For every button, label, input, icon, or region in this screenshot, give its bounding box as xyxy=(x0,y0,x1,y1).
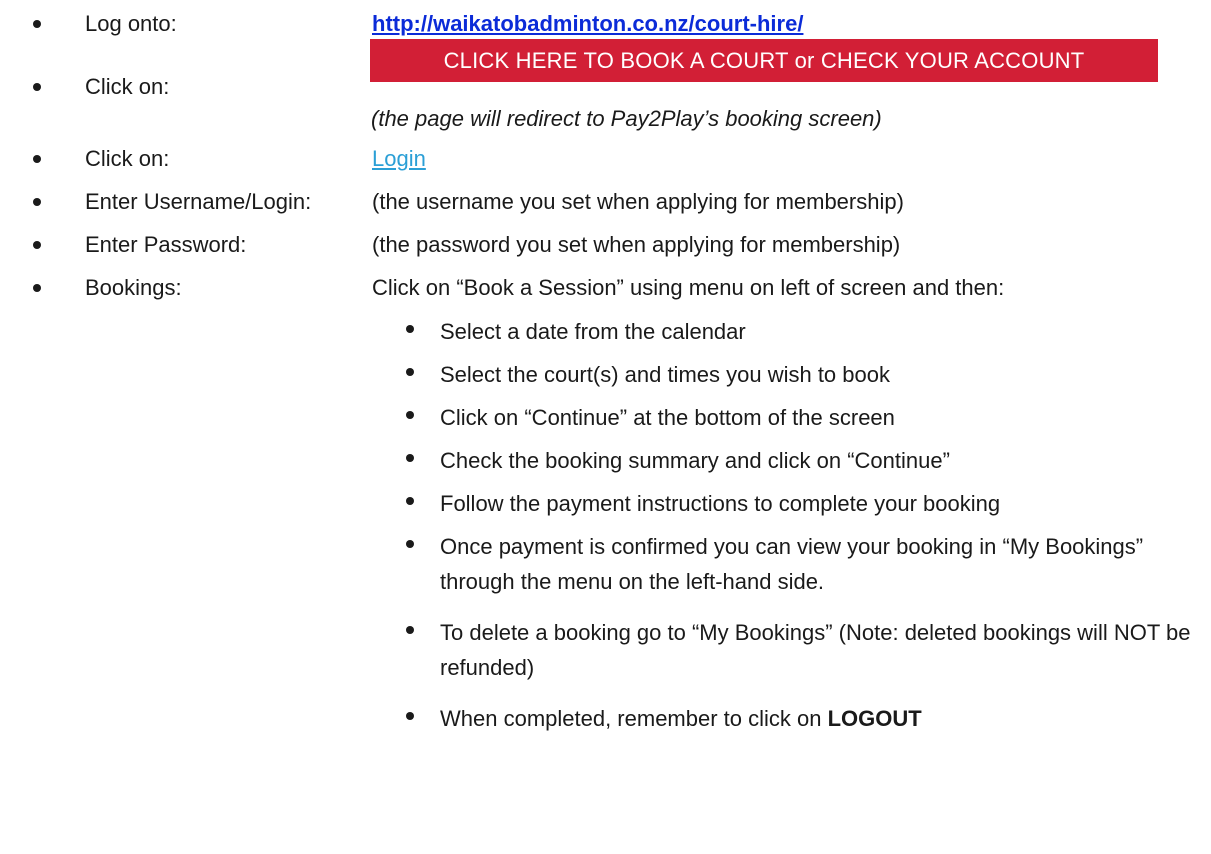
bullet-icon xyxy=(406,325,414,333)
bullet-icon xyxy=(33,284,41,292)
substep-text: Click on “Continue” at the bottom of the… xyxy=(440,405,895,430)
bullet-icon xyxy=(406,712,414,720)
step-log-onto: Log onto: http://waikatobadminton.co.nz/… xyxy=(0,9,1211,39)
step-label: Bookings: xyxy=(85,275,182,300)
step-label: Click on: xyxy=(85,74,170,99)
logout-prefix: When completed, remember to click on xyxy=(440,706,828,731)
step-value: (the password you set when applying for … xyxy=(372,232,901,257)
bullet-icon xyxy=(33,20,41,28)
substep-text: Check the booking summary and click on “… xyxy=(440,448,950,473)
bullet-icon xyxy=(33,83,41,91)
step-value: Click on “Book a Session” using menu on … xyxy=(372,275,1005,300)
substep-text: Follow the payment instructions to compl… xyxy=(440,491,1001,516)
bullet-icon xyxy=(406,411,414,419)
step-bookings: Bookings: Click on “Book a Session” usin… xyxy=(0,273,1211,303)
login-link[interactable]: Login xyxy=(372,144,426,174)
substep-text: Select a date from the calendar xyxy=(440,319,746,344)
logout-emphasis: LOGOUT xyxy=(827,706,922,731)
step-label: Click on: xyxy=(85,146,170,171)
bullet-icon xyxy=(33,241,41,249)
bullet-icon xyxy=(406,454,414,462)
bullet-icon xyxy=(406,368,414,376)
step-label: Enter Password: xyxy=(85,232,247,257)
book-court-button[interactable]: CLICK HERE TO BOOK A COURT or CHECK YOUR… xyxy=(370,39,1158,82)
step-label: Enter Username/Login: xyxy=(85,189,312,214)
bullet-icon xyxy=(33,155,41,163)
step-click-login: Click on: Login xyxy=(0,144,1211,174)
substep-text: To delete a booking go to “My Bookings” … xyxy=(440,620,1191,680)
substep-text: Once payment is confirmed you can view y… xyxy=(440,534,1144,594)
bullet-icon xyxy=(406,497,414,505)
step-enter-username: Enter Username/Login: (the username you … xyxy=(0,187,1211,217)
bullet-icon xyxy=(406,540,414,548)
substep-text: When completed, remember to click on LOG… xyxy=(440,701,1210,736)
step-enter-password: Enter Password: (the password you set wh… xyxy=(0,230,1211,260)
bullet-icon xyxy=(406,626,414,634)
substep-text: Select the court(s) and times you wish t… xyxy=(440,362,890,387)
bullet-icon xyxy=(33,198,41,206)
court-hire-url-link[interactable]: http://waikatobadminton.co.nz/court-hire… xyxy=(372,9,803,39)
step-label: Log onto: xyxy=(85,11,177,36)
redirect-note: (the page will redirect to Pay2Play’s bo… xyxy=(371,106,882,131)
step-value: (the username you set when applying for … xyxy=(372,189,904,214)
